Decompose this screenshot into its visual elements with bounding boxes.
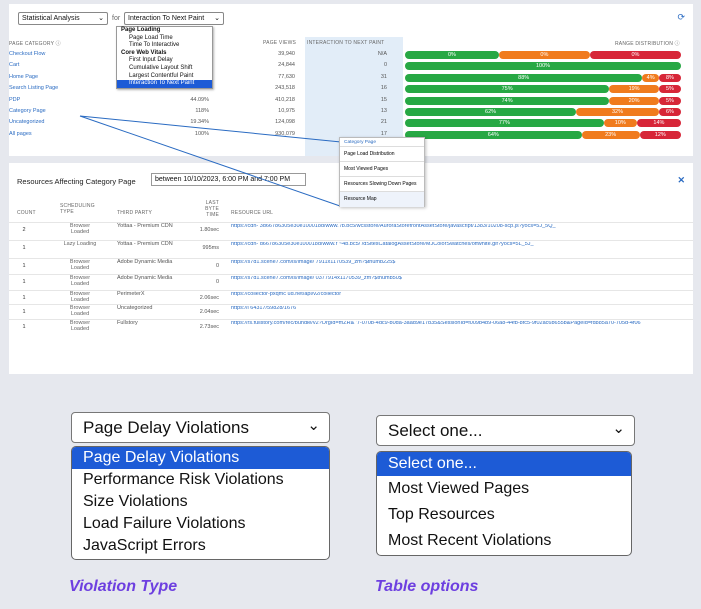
dropdown-option[interactable]: Time To Interactive	[117, 42, 212, 50]
dropdown-group-label: Page Loading	[121, 27, 161, 33]
connector-line	[79, 115, 341, 207]
connector-line	[79, 115, 342, 143]
context-item-page-load-distribution[interactable]: Page Load Distribution	[340, 147, 424, 162]
context-item-resource-map[interactable]: Resource Map	[340, 192, 424, 207]
dropdown-group-label: Core Web Vitals	[121, 49, 167, 56]
context-item-most-viewed-pages[interactable]: Most Viewed Pages	[340, 162, 424, 177]
connector-lines	[79, 115, 342, 207]
dropdown-option[interactable]: Largest Contentful Paint	[117, 73, 212, 81]
metric-dropdown-list: Page Loading Page Load Time Time To Intera…	[116, 26, 213, 89]
context-item-resources-slowing[interactable]: Resources Slowing Down Pages	[340, 177, 424, 192]
context-menu-title: Category Page	[340, 138, 424, 147]
dropdown-option[interactable]: Page Load Time	[117, 35, 212, 43]
dropdown-option[interactable]: First Input Delay	[117, 57, 212, 65]
context-menu: Category Page Page Load Distribution Mos…	[339, 137, 425, 207]
dropdown-option[interactable]: Cumulative Layout Shift	[117, 65, 212, 73]
dropdown-option[interactable]: Interaction To Next Paint	[117, 80, 212, 88]
